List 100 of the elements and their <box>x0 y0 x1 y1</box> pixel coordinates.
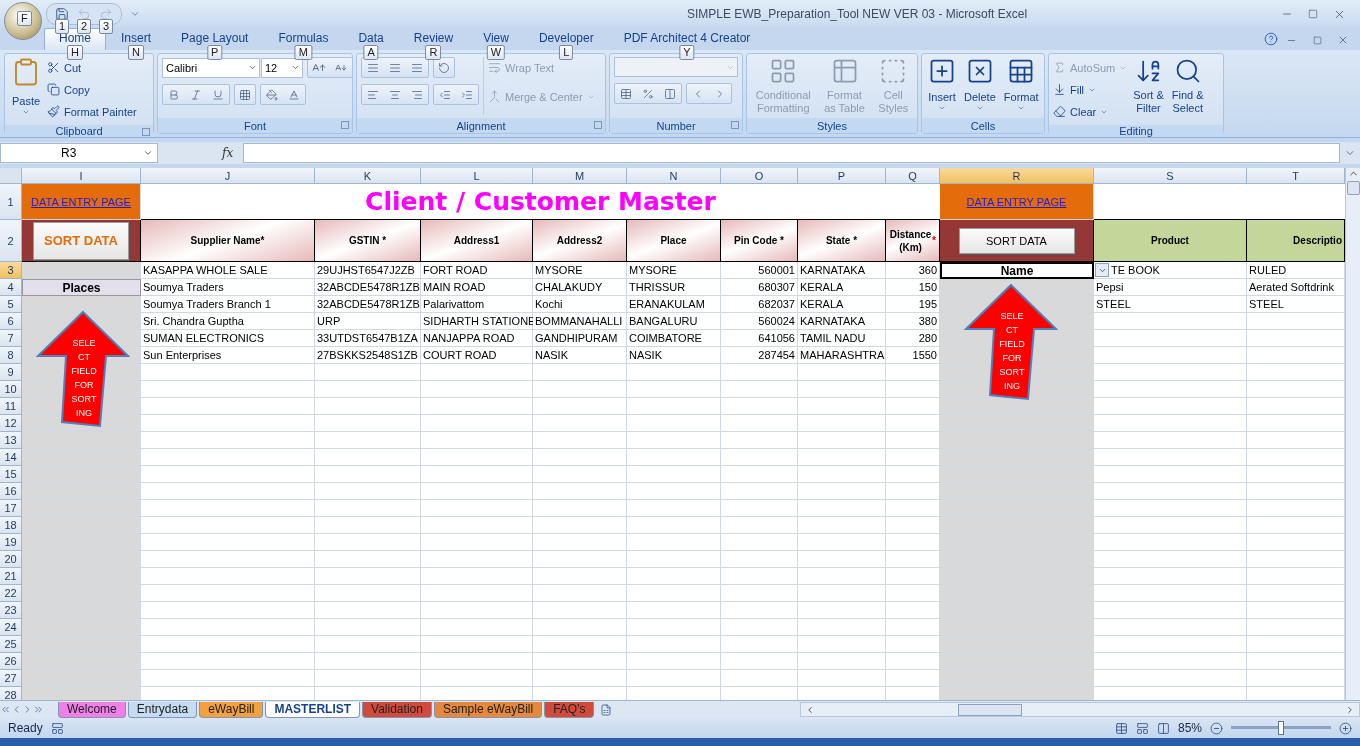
table-cell: 680307 <box>721 279 798 296</box>
row-header[interactable]: 22 <box>0 585 22 602</box>
sort-field-cell[interactable]: Places <box>22 279 141 296</box>
formula-input[interactable] <box>243 143 1340 163</box>
save-button[interactable] <box>55 7 69 21</box>
help-button[interactable] <box>1264 32 1278 46</box>
font-field[interactable]: Calibri <box>162 57 260 78</box>
row-header[interactable]: 18 <box>0 517 22 534</box>
column-header[interactable]: J <box>141 168 315 184</box>
column-header[interactable]: P <box>798 168 886 184</box>
name-box[interactable]: R3 <box>0 143 158 163</box>
select-all-corner[interactable] <box>0 168 22 184</box>
column-header[interactable]: N <box>627 168 721 184</box>
table-cell <box>886 517 940 534</box>
scroll-thumb[interactable] <box>1346 181 1360 195</box>
vertical-scrollbar[interactable] <box>1345 168 1360 700</box>
new-sheet-button[interactable] <box>600 703 613 716</box>
orientation-button[interactable] <box>433 57 455 78</box>
column-header[interactable]: T <box>1247 168 1345 184</box>
row-header[interactable]: 24 <box>0 619 22 636</box>
scroll-thumb[interactable] <box>958 703 1022 716</box>
launcher-icon[interactable] <box>142 128 150 136</box>
column-header[interactable]: M <box>533 168 627 184</box>
sheet-tab[interactable]: Validation <box>362 701 432 718</box>
row-header[interactable]: 5 <box>0 296 22 313</box>
horizontal-scrollbar[interactable] <box>800 702 1360 717</box>
column-header[interactable]: I <box>22 168 141 184</box>
borders-button[interactable] <box>234 84 256 105</box>
paste-button[interactable]: Paste <box>9 57 43 116</box>
row-header[interactable]: 13 <box>0 432 22 449</box>
sheet-tab[interactable]: Sample eWayBill <box>433 701 543 718</box>
normal-view-button[interactable] <box>1114 721 1128 735</box>
row-header[interactable]: 15 <box>0 466 22 483</box>
column-header[interactable]: R <box>940 168 1094 184</box>
row-header[interactable]: 23 <box>0 602 22 619</box>
function-button[interactable]: fx <box>222 146 234 160</box>
keytip-badge: L <box>559 45 574 60</box>
find-select-button[interactable]: Find & Select <box>1169 57 1206 115</box>
sheet-tab[interactable]: MASTERLIST <box>265 701 361 718</box>
number-format-field[interactable] <box>614 57 738 77</box>
table-cell: NANJAPPA ROAD <box>421 330 533 347</box>
column-header[interactable]: O <box>721 168 798 184</box>
row-header[interactable]: 19 <box>0 534 22 551</box>
row-header[interactable]: 26 <box>0 653 22 670</box>
row-header[interactable]: 3 <box>0 262 22 279</box>
sort-data-button[interactable]: SORT DATA <box>958 227 1075 254</box>
column-header[interactable]: Q <box>886 168 940 184</box>
office-button[interactable]: F <box>4 2 42 40</box>
page-layout-button[interactable] <box>1135 721 1149 735</box>
last-sheet-button[interactable] <box>33 704 44 715</box>
sort-filter-button[interactable]: Sort & Filter <box>1131 57 1166 115</box>
column-header[interactable]: L <box>421 168 533 184</box>
fill-button[interactable]: Fill <box>1053 79 1128 100</box>
cells-button[interactable]: Format <box>1001 57 1041 112</box>
launcher-icon[interactable] <box>341 121 349 129</box>
font-size-field[interactable]: 12 <box>261 57 303 78</box>
first-sheet-button[interactable] <box>0 704 11 715</box>
table-cell <box>886 483 940 500</box>
column-header[interactable]: K <box>315 168 421 184</box>
format-painter-button[interactable]: Format Painter <box>47 101 137 122</box>
row-header[interactable]: 20 <box>0 551 22 568</box>
launcher-icon[interactable] <box>594 121 602 129</box>
sheet-tab[interactable]: eWayBill <box>199 701 264 718</box>
customize-button[interactable] <box>130 9 140 19</box>
row-header[interactable]: 2 <box>0 220 22 262</box>
row-header[interactable]: 4 <box>0 279 22 296</box>
cells-button[interactable]: Delete <box>962 57 998 112</box>
row-header[interactable]: 14 <box>0 449 22 466</box>
row-header[interactable]: 7 <box>0 330 22 347</box>
row-header[interactable]: 21 <box>0 568 22 585</box>
row-header[interactable]: 16 <box>0 483 22 500</box>
row-header[interactable]: 28 <box>0 687 22 700</box>
row-header[interactable]: 27 <box>0 670 22 687</box>
row-header[interactable]: 1 <box>0 184 22 220</box>
keytip-badge: N <box>128 45 144 60</box>
sheet-tab[interactable]: Welcome <box>58 701 126 718</box>
clear-button[interactable]: Clear <box>1053 101 1128 122</box>
copy-button[interactable]: Copy <box>47 79 137 100</box>
sort-field-cell[interactable]: Name <box>940 262 1094 279</box>
row-header[interactable]: 17 <box>0 500 22 517</box>
row-header[interactable]: 10 <box>0 381 22 398</box>
cells-button[interactable]: Insert <box>926 57 958 112</box>
zoom-out-button[interactable] <box>1210 721 1223 735</box>
dropdown-button[interactable] <box>1095 263 1109 277</box>
align-middle-icon <box>389 61 401 74</box>
cut-button[interactable]: Cut <box>47 57 137 78</box>
row-header[interactable]: 9 <box>0 364 22 381</box>
page-break-button[interactable] <box>1156 721 1170 735</box>
new-sheet-icon <box>600 703 613 716</box>
launcher-icon[interactable] <box>731 121 739 129</box>
zoom-in-button[interactable] <box>1339 721 1352 735</box>
row-header[interactable]: 25 <box>0 636 22 653</box>
row-header[interactable]: 12 <box>0 415 22 432</box>
row-header[interactable]: 8 <box>0 347 22 364</box>
column-header[interactable]: S <box>1094 168 1247 184</box>
sheet-tab[interactable]: FAQ's <box>544 701 595 718</box>
row-header[interactable]: 6 <box>0 313 22 330</box>
sheet-tab[interactable]: Entrydata <box>127 701 198 718</box>
slider-thumb[interactable] <box>1278 721 1284 735</box>
row-header[interactable]: 11 <box>0 398 22 415</box>
